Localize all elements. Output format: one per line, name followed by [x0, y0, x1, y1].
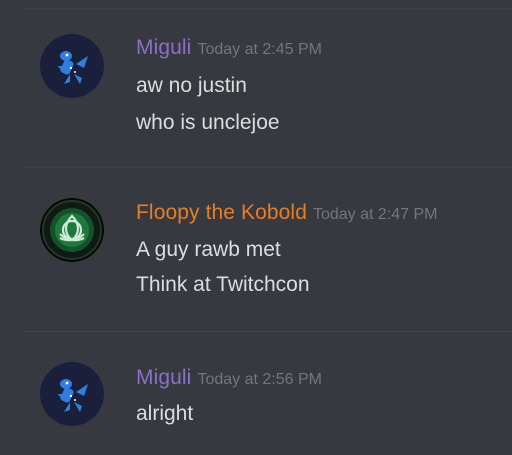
message-header: Miguli Today at 2:45 PM — [136, 36, 322, 60]
message-divider — [24, 331, 512, 332]
username[interactable]: Miguli — [136, 36, 191, 59]
username[interactable]: Floopy the Kobold — [136, 201, 307, 224]
blue-kobold-avatar-icon — [40, 362, 104, 426]
message-text: alright — [136, 402, 194, 425]
message-text: aw no justin — [136, 74, 247, 97]
timestamp[interactable]: Today at 2:47 PM — [313, 206, 438, 223]
avatar[interactable] — [40, 198, 104, 262]
message-text: Think at Twitchcon — [136, 273, 310, 296]
message-text: who is unclejoe — [136, 111, 280, 134]
green-triquetra-avatar-icon — [40, 198, 104, 262]
message-text: A guy rawb met — [136, 238, 281, 261]
chat-messages: Miguli Today at 2:45 PM aw no justin who … — [0, 0, 512, 455]
blue-kobold-avatar-icon — [40, 34, 104, 98]
message-divider — [24, 8, 512, 9]
username[interactable]: Miguli — [136, 366, 191, 389]
timestamp[interactable]: Today at 2:56 PM — [197, 371, 322, 388]
avatar[interactable] — [40, 362, 104, 426]
avatar[interactable] — [40, 34, 104, 98]
timestamp[interactable]: Today at 2:45 PM — [197, 41, 322, 58]
message-header: Floopy the Kobold Today at 2:47 PM — [136, 201, 438, 225]
message-header: Miguli Today at 2:56 PM — [136, 366, 322, 390]
message-divider — [24, 167, 512, 168]
